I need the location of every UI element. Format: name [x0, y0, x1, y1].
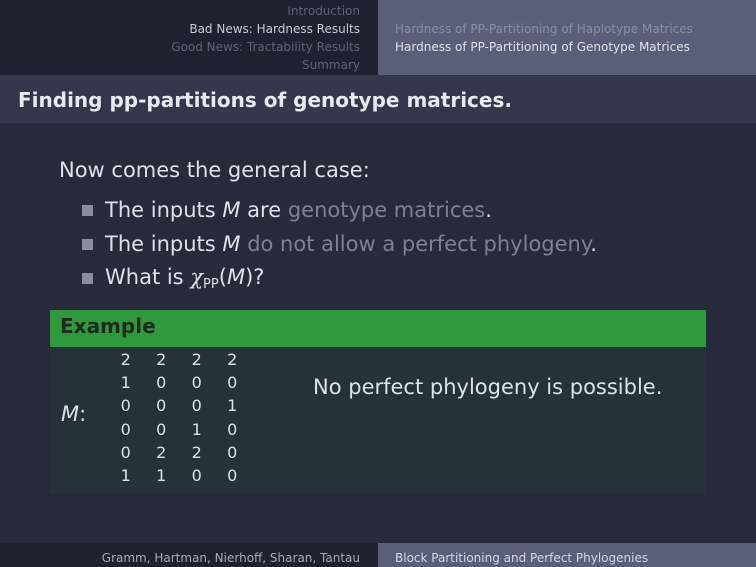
matrix-row: 1 0 0 0 [108, 371, 250, 394]
nav-section-good-news[interactable]: Good News: Tractability Results [0, 38, 360, 56]
intro-text: Now comes the general case: [59, 158, 370, 182]
matrix-cell: 2 [191, 350, 202, 370]
nav-subsection-haplotype[interactable]: Hardness of PP-Partitioning of Haplotype… [395, 20, 756, 38]
matrix-cell: 0 [156, 419, 167, 439]
matrix-cell: 2 [120, 350, 131, 370]
bullet-item: What is χPP(M)? [82, 261, 597, 295]
matrix-cell: 0 [227, 419, 238, 439]
matrix-cell: 2 [156, 442, 167, 462]
matrix-row: 2 2 2 2 [108, 348, 250, 371]
nav-subsection-genotype[interactable]: Hardness of PP-Partitioning of Genotype … [395, 38, 756, 56]
matrix-cell: 1 [120, 466, 131, 486]
bullet-list: The inputs M are genotype matrices. The … [82, 193, 597, 295]
bullet-square-icon [82, 238, 93, 250]
matrix-cell: 0 [156, 373, 167, 393]
matrix-cell: 1 [156, 466, 167, 486]
matrix-cell: 2 [227, 350, 238, 370]
bullet-item: The inputs M are genotype matrices. [82, 193, 597, 227]
matrix-cell: 0 [227, 373, 238, 393]
matrix-cell: 2 [191, 442, 202, 462]
highlight-text: genotype matrices [287, 198, 486, 222]
example-block: Example M: 2 2 2 2 1 0 0 0 0 0 0 1 0 0 1 0 0 2 2 0 1 1 0 0 No p… [50, 310, 706, 494]
math-variable: M [222, 232, 241, 256]
footer-authors: Gramm, Hartman, Nierhoff, Sharan, Tantau [101, 551, 360, 565]
bullet-text: What is χPP(M)? [105, 264, 265, 292]
example-note: No perfect phylogeny is possible. [313, 375, 663, 399]
matrix-row: 1 1 0 0 [108, 464, 250, 487]
section-navigation: Introduction Bad News: Hardness Results … [0, 0, 378, 75]
matrix-row: 0 2 2 0 [108, 441, 250, 464]
bullet-text: The inputs M are genotype matrices. [105, 198, 492, 222]
math-variable: M [222, 198, 241, 222]
nav-section-introduction[interactable]: Introduction [0, 2, 360, 20]
matrix-cell: 1 [227, 396, 238, 416]
frame-title: Finding pp-partitions of genotype matric… [18, 88, 512, 112]
matrix-row: 0 0 1 0 [108, 418, 250, 441]
matrix-cell: 0 [191, 396, 202, 416]
header-navigation: Introduction Bad News: Hardness Results … [0, 0, 756, 75]
bullet-item: The inputs M do not allow a perfect phyl… [82, 227, 597, 261]
example-title: Example [60, 314, 156, 338]
bullet-square-icon [82, 272, 93, 284]
footer-talk-title: Block Partitioning and Perfect Phylogeni… [395, 551, 649, 565]
nav-section-summary[interactable]: Summary [0, 56, 360, 74]
math-variable: M [226, 264, 246, 289]
matrix-cell: 2 [156, 350, 167, 370]
matrix-cell: 0 [227, 442, 238, 462]
footer-authors-panel: Gramm, Hartman, Nierhoff, Sharan, Tantau [0, 543, 378, 567]
matrix-cell: 0 [191, 373, 202, 393]
matrix-cell: 0 [156, 396, 167, 416]
matrix-cell: 1 [120, 373, 131, 393]
bullet-square-icon [82, 204, 93, 216]
frame-title-bar: Finding pp-partitions of genotype matric… [0, 75, 756, 123]
matrix-cell: 1 [191, 419, 202, 439]
bullet-text: The inputs M do not allow a perfect phyl… [105, 232, 597, 256]
matrix-row: 0 0 0 1 [108, 394, 250, 417]
nav-section-bad-news[interactable]: Bad News: Hardness Results [0, 20, 360, 38]
subsection-navigation: Hardness of PP-Partitioning of Haplotype… [378, 0, 756, 75]
matrix-cell: 0 [227, 466, 238, 486]
highlight-text: do not allow a perfect phylogeny [247, 232, 591, 256]
matrix-cell: 0 [120, 442, 131, 462]
chi-symbol: χ [190, 264, 204, 289]
footer-title-panel: Block Partitioning and Perfect Phylogeni… [378, 543, 756, 567]
pp-subscript: PP [203, 276, 219, 292]
example-body: M: 2 2 2 2 1 0 0 0 0 0 0 1 0 0 1 0 0 2 2 0 1 1 0 0 No perfect p… [50, 347, 706, 494]
example-header: Example [50, 310, 706, 347]
footer: Gramm, Hartman, Nierhoff, Sharan, Tantau… [0, 543, 756, 567]
matrix-cell: 0 [120, 396, 131, 416]
genotype-matrix: 2 2 2 2 1 0 0 0 0 0 0 1 0 0 1 0 0 2 2 0 1 1 0 0 [108, 348, 250, 487]
matrix-label: M: [61, 402, 87, 426]
matrix-cell: 0 [120, 419, 131, 439]
matrix-cell: 0 [191, 466, 202, 486]
